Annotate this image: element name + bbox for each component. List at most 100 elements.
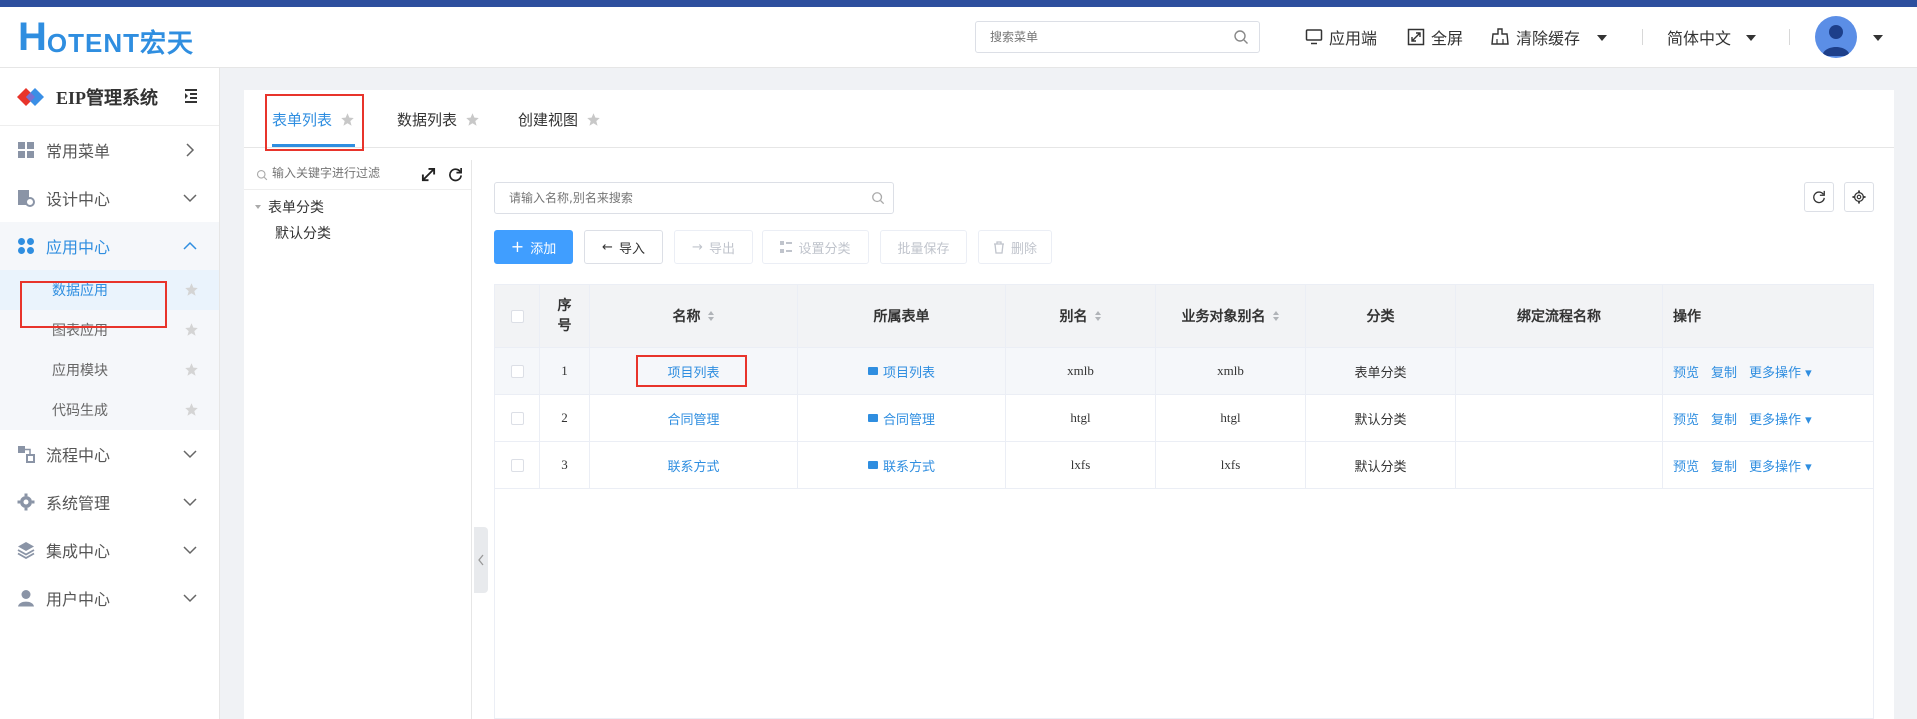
chevron-down-icon[interactable] — [1597, 35, 1607, 41]
fullscreen-button[interactable]: 全屏 — [1407, 25, 1463, 49]
sub-item-data-app[interactable]: 数据应用 — [0, 270, 219, 310]
menu-label: 流程中心 — [46, 446, 111, 465]
list-search[interactable] — [494, 182, 894, 214]
app-button[interactable]: 应用端 — [1305, 25, 1377, 49]
menu-app-center[interactable]: 应用中心 — [0, 222, 219, 270]
preview-link[interactable]: 预览 — [1673, 409, 1699, 428]
user-icon — [16, 588, 36, 608]
star-icon[interactable] — [184, 322, 199, 337]
broom-icon — [1491, 28, 1509, 45]
table-row[interactable]: 3 联系方式 联系方式 lxfs lxfs 默认分类 预览 复制 更多操作 ▾ — [495, 442, 1873, 489]
form-link[interactable]: 联系方式 — [883, 456, 935, 475]
more-actions-link[interactable]: 更多操作 ▾ — [1749, 409, 1812, 428]
form-link[interactable]: 合同管理 — [883, 409, 935, 428]
select-all-checkbox[interactable] — [510, 309, 524, 323]
refresh-icon[interactable] — [448, 167, 463, 182]
menu-fold-icon[interactable] — [183, 88, 199, 104]
name-link[interactable]: 合同管理 — [667, 409, 719, 428]
sub-item-app-module[interactable]: 应用模块 — [0, 350, 219, 390]
more-actions-link[interactable]: 更多操作 ▾ — [1749, 362, 1812, 381]
sort-icon[interactable] — [1272, 310, 1280, 322]
batch-save-label: 批量保存 — [897, 241, 950, 257]
tree-filter-input[interactable] — [272, 166, 392, 180]
menu-user-center[interactable]: 用户中心 — [0, 574, 219, 622]
menu-search[interactable] — [975, 21, 1260, 53]
col-bo-alias[interactable]: 业务对象别名 — [1156, 285, 1306, 347]
main-panel: 表单列表 数据列表 创建视图 表单分类 默认分类 — [244, 90, 1894, 719]
tree-node-default[interactable]: 默认分类 — [244, 220, 471, 246]
col-name[interactable]: 名称 — [590, 285, 798, 347]
star-icon[interactable] — [586, 112, 601, 127]
panel-collapse-handle[interactable] — [474, 527, 488, 593]
chevron-down-icon[interactable] — [1746, 35, 1756, 41]
set-category-button[interactable]: 设置分类 — [762, 230, 869, 264]
table-row[interactable]: 2 合同管理 合同管理 htgl htgl 默认分类 预览 复制 更多操作 ▾ — [495, 395, 1873, 442]
copy-link[interactable]: 复制 — [1711, 409, 1737, 428]
menu-label: 集成中心 — [46, 542, 111, 561]
name-link[interactable]: 项目列表 — [667, 362, 719, 381]
expand-icon[interactable] — [421, 167, 436, 182]
menu-flow-center[interactable]: 流程中心 — [0, 430, 219, 478]
delete-label: 删除 — [1010, 241, 1037, 257]
import-button[interactable]: ← 导入 — [584, 230, 663, 264]
design-icon — [16, 188, 36, 208]
name-link[interactable]: 联系方式 — [667, 456, 719, 475]
language-select[interactable]: 简体中文 — [1667, 25, 1731, 49]
export-button[interactable]: → 导出 — [674, 230, 753, 264]
more-actions-link[interactable]: 更多操作 ▾ — [1749, 456, 1812, 475]
logo[interactable]: H OTENT宏天 — [18, 17, 194, 58]
sort-icon[interactable] — [707, 310, 715, 322]
menu-common[interactable]: 常用菜单 — [0, 126, 219, 174]
add-button[interactable]: + 添加 — [494, 230, 573, 264]
search-icon[interactable] — [1233, 29, 1249, 45]
menu-label: 用户中心 — [46, 590, 111, 609]
category-tree-panel: 表单分类 默认分类 — [244, 160, 472, 719]
chevron-down-icon[interactable] — [1873, 35, 1883, 41]
preview-link[interactable]: 预览 — [1673, 362, 1699, 381]
tree-node-root[interactable]: 表单分类 — [244, 194, 471, 220]
sort-icon[interactable] — [1094, 310, 1102, 322]
form-icon — [867, 414, 878, 422]
delete-button[interactable]: 删除 — [978, 230, 1052, 264]
row-checkbox[interactable] — [510, 411, 524, 425]
avatar[interactable] — [1815, 16, 1857, 58]
copy-link[interactable]: 复制 — [1711, 362, 1737, 381]
form-link[interactable]: 项目列表 — [883, 362, 935, 381]
chevron-down-icon — [183, 194, 197, 203]
sub-item-code-gen[interactable]: 代码生成 — [0, 390, 219, 430]
menu-integration[interactable]: 集成中心 — [0, 526, 219, 574]
chevron-down-icon — [183, 450, 197, 459]
menu-search-input[interactable] — [976, 22, 1216, 52]
list-search-input[interactable] — [509, 191, 849, 205]
star-icon[interactable] — [184, 402, 199, 417]
row-select-cell — [495, 395, 540, 441]
star-icon[interactable] — [465, 112, 480, 127]
search-icon[interactable] — [871, 191, 885, 205]
menu-system[interactable]: 系统管理 — [0, 478, 219, 526]
row-checkbox[interactable] — [510, 364, 524, 378]
clear-cache-button[interactable]: 清除缓存 — [1490, 25, 1580, 49]
star-icon[interactable] — [184, 362, 199, 377]
star-icon[interactable] — [184, 282, 199, 297]
table-row[interactable]: 1 项目列表 项目列表 xmlb xmlb 表单分类 预览 复制 更多操作 ▾ — [495, 348, 1873, 395]
more-actions-label: 更多操作 — [1749, 412, 1802, 428]
tab-form-list[interactable]: 表单列表 — [272, 90, 355, 148]
preview-link[interactable]: 预览 — [1673, 456, 1699, 475]
tab-data-list[interactable]: 数据列表 — [397, 90, 480, 148]
cell-form: 合同管理 — [798, 395, 1006, 441]
tree-filter[interactable] — [244, 160, 471, 190]
star-icon[interactable] — [340, 112, 355, 127]
tab-create-view[interactable]: 创建视图 — [518, 90, 601, 148]
settings-button[interactable] — [1844, 182, 1874, 212]
copy-link[interactable]: 复制 — [1711, 456, 1737, 475]
col-ops: 操作 — [1663, 285, 1873, 347]
row-checkbox[interactable] — [510, 458, 524, 472]
sub-item-chart-app[interactable]: 图表应用 — [0, 310, 219, 350]
batch-save-button[interactable]: 批量保存 — [880, 230, 967, 264]
set-category-label: 设置分类 — [798, 241, 851, 257]
col-alias[interactable]: 别名 — [1006, 285, 1156, 347]
import-label: 导入 — [618, 241, 645, 257]
menu-design[interactable]: 设计中心 — [0, 174, 219, 222]
grid-icon — [16, 140, 36, 160]
refresh-button[interactable] — [1804, 182, 1834, 212]
